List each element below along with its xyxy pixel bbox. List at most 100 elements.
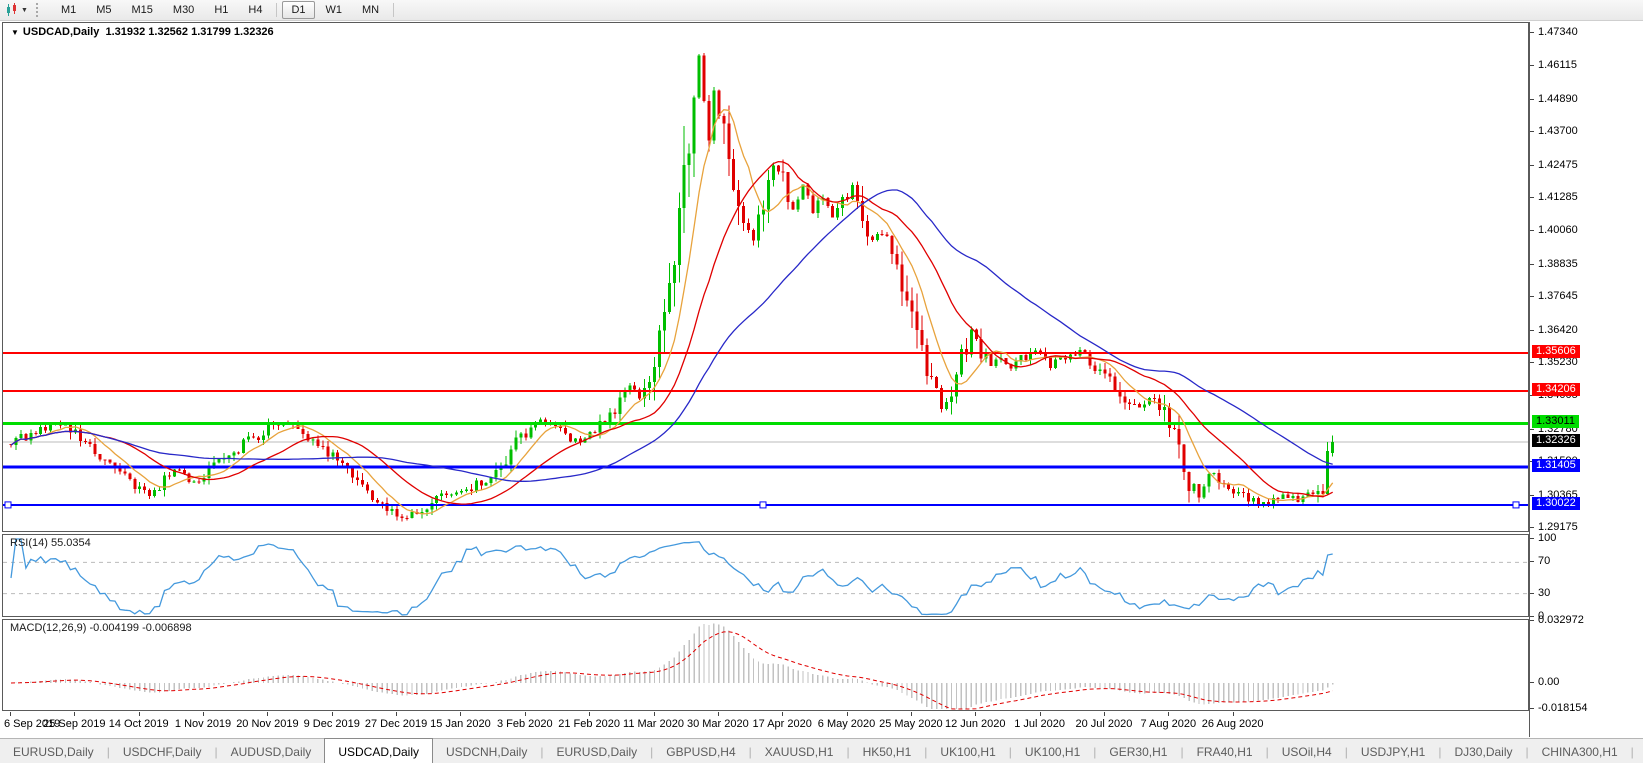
timeframe-m30[interactable]: M30 [164,1,203,19]
tab-fra40-h1[interactable]: FRA40,H1 [1184,739,1266,763]
candle-body [326,446,330,457]
tab-ger30-h1[interactable]: GER30,H1 [1096,739,1180,763]
candle-body [722,116,726,124]
tab-china300-h1[interactable]: CHINA300,H1 [1529,739,1631,763]
candle-body [1133,404,1137,406]
tab-usdjpy-h1[interactable]: USDJPY,H1 [1348,739,1438,763]
price-tick-mark [1530,164,1534,166]
candle-body [1113,376,1117,391]
candle-body [613,412,617,414]
price-tick-mark [1530,230,1534,232]
tab-audusd-daily[interactable]: AUDUSD,Daily [218,739,325,763]
candle-body [390,509,394,511]
candle-body [524,433,528,438]
macd-panel[interactable]: MACD(12,26,9) -0.004199 -0.006898 [2,619,1529,711]
tab-dj30-daily[interactable]: DJ30,Daily [1441,739,1525,763]
candle-body [1251,497,1255,502]
toolbar-separator [393,3,395,17]
timeframe-m15[interactable]: M15 [123,1,162,19]
tab-usdchf-daily[interactable]: USDCHF,Daily [110,739,215,763]
line-selection-handle [4,501,12,509]
rsi-canvas[interactable] [3,535,1528,616]
price-chart-panel[interactable]: ▼ USDCAD,Daily 1.31932 1.32562 1.31799 1.… [2,22,1529,532]
price-tick-mark [1530,65,1534,67]
tab-eurusd-daily[interactable]: EURUSD,Daily [0,739,107,763]
candle-body [484,482,488,486]
date-label: 26 Aug 2020 [1201,718,1264,730]
candle-body [266,423,270,436]
price-scale[interactable]: 1.47340 1.46115 1.44890 1.43700 1.42475 1.412… [1529,22,1643,737]
candle-body [108,459,112,463]
candle-body [885,234,889,237]
candle-body [494,469,498,478]
candle-body [791,202,795,210]
date-tick-mark [267,712,269,716]
date-axis[interactable]: 6 Sep 2019 25 Sep 2019 14 Oct 2019 1 Nov 20… [2,712,1529,737]
timeframe-d1[interactable]: D1 [282,1,315,19]
macd-canvas[interactable] [3,620,1528,710]
toolbar-grip[interactable] [35,3,43,17]
tab-uk100-h1[interactable]: UK100,H1 [1012,739,1093,763]
macd-signal-line [10,631,1333,710]
candle-body [786,172,790,203]
price-line-badge: 1.33011 [1532,415,1579,429]
tab-usoil-h1[interactable]: USOil,H1 [1634,739,1643,763]
tab-usoil-h4[interactable]: USOil,H4 [1269,739,1345,763]
chart-tools-dropdown-caret[interactable]: ▼ [21,7,28,14]
date-tick-mark [975,712,977,716]
candle-body [633,385,637,390]
price-tick-mark [1530,526,1534,528]
tab-eurusd-daily[interactable]: EURUSD,Daily [543,739,650,763]
candle-body [252,436,256,438]
candle-body [1073,354,1077,356]
candle-body [197,481,201,483]
tab-xauusd-h1[interactable]: XAUUSD,H1 [752,739,847,763]
candle-body [1286,494,1290,498]
candle-body [529,427,533,438]
date-tick-mark [717,712,719,716]
rsi-tick-label: 70 [1538,555,1551,568]
tab-usdcad-daily[interactable]: USDCAD,Daily [324,738,433,763]
tab-usdcnh-daily[interactable]: USDCNH,Daily [433,739,540,763]
candle-body [875,234,879,241]
timeframe-mn[interactable]: MN [353,1,388,19]
date-tick-mark [782,712,784,716]
candle-body [950,396,953,403]
tab-uk100-h1[interactable]: UK100,H1 [927,739,1008,763]
candle-body [504,464,508,466]
candle-body [514,437,518,450]
candle-body [1138,404,1142,408]
candle-body [34,432,38,434]
timeframe-m1[interactable]: M1 [52,1,85,19]
candle-body [905,291,909,301]
timeframe-h1[interactable]: H1 [205,1,237,19]
chart-tools-icon[interactable] [3,2,21,18]
rsi-tick-label: 100 [1538,532,1557,544]
candle-body [890,236,894,254]
macd-tick-label: -0.018154 [1538,702,1588,714]
timeframe-m5[interactable]: M5 [87,1,120,19]
price-line-badge: 1.31405 [1532,459,1580,473]
candle-body [756,214,760,241]
candle-body [742,205,746,223]
slow-ma-line [10,189,1333,482]
candle-body [1049,357,1052,369]
candle-body [648,382,652,388]
date-tick-mark [1039,712,1041,716]
rsi-panel[interactable]: RSI(14) 55.0354 [2,534,1529,617]
candle-body [1128,402,1132,405]
candle-body [1247,492,1250,502]
candle-body [336,452,340,461]
timeframe-h4[interactable]: H4 [239,1,271,19]
price-chart-canvas[interactable] [3,23,1528,531]
tab-gbpusd-h4[interactable]: GBPUSD,H4 [653,739,748,763]
price-tick-label: 1.47340 [1538,26,1578,38]
candle-body [1123,396,1127,403]
price-tick-label: 1.37645 [1538,290,1578,303]
collapse-caret-icon[interactable]: ▼ [11,28,19,37]
candle-body [365,484,369,491]
candle-body [870,236,874,241]
tab-hk50-h1[interactable]: HK50,H1 [850,739,925,763]
timeframe-w1[interactable]: W1 [317,1,352,19]
candle-body [153,490,157,496]
